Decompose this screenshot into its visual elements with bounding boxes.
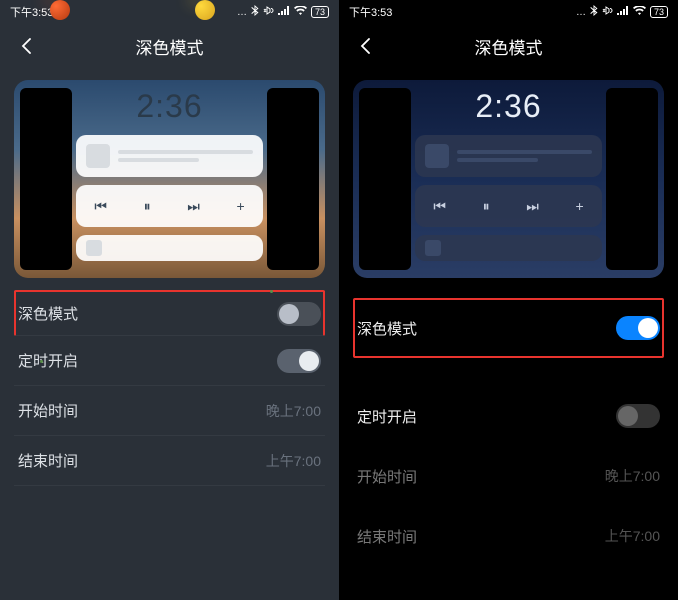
- toggle-knob: [279, 304, 299, 324]
- row-start-time[interactable]: 开始时间 晚上7:00: [14, 386, 325, 436]
- row-label: 深色模式: [18, 303, 78, 324]
- prev-icon: ⏮: [433, 198, 446, 215]
- small-app-icon: [425, 240, 441, 256]
- side-phone-frame: [267, 88, 319, 270]
- more-icon: …: [576, 7, 586, 18]
- wifi-icon: [633, 6, 646, 19]
- notification-widget: [415, 135, 602, 177]
- bluetooth-icon: [251, 5, 259, 19]
- row-label: 定时开启: [18, 350, 78, 371]
- row-dark-mode[interactable]: 深色模式: [14, 290, 325, 336]
- preview-card: 2:36 ⏮ ⏸ ⏭ +: [353, 80, 664, 278]
- battery-indicator: 73: [650, 6, 668, 18]
- page-title: 深色模式: [136, 34, 204, 59]
- row-label: 结束时间: [18, 450, 78, 471]
- back-button[interactable]: [14, 34, 38, 58]
- preview-clock: 2:36: [475, 88, 541, 125]
- settings-list: 深色模式 定时开启 开始时间 晚上7:00 结束时间 上午7:00: [0, 290, 339, 486]
- preview-content: 2:36 ⏮ ⏸ ⏭ +: [415, 80, 602, 278]
- line: [118, 150, 253, 154]
- wifi-icon: [294, 6, 307, 19]
- notif-app-icon: [86, 144, 110, 168]
- row-value: 晚上7:00: [605, 466, 660, 486]
- small-widget: [76, 235, 263, 261]
- next-icon: ⏭: [187, 198, 200, 215]
- mute-icon: [602, 5, 613, 19]
- spacer: [353, 358, 664, 386]
- small-widget: [415, 235, 602, 261]
- status-bar: 下午3:53 … 73: [339, 0, 678, 24]
- chevron-left-icon: [360, 38, 370, 54]
- toggle-knob: [299, 351, 319, 371]
- bluetooth-icon: [590, 5, 598, 19]
- row-value: 上午7:00: [266, 451, 321, 471]
- settings-list: 深色模式 定时开启 开始时间 晚上7:00 结束时间 上午7:00: [339, 298, 678, 566]
- header: 深色模式: [0, 24, 339, 68]
- screenshot-right: 下午3:53 … 73 深色模式 2:36: [339, 0, 678, 600]
- signal-icon: [278, 6, 290, 18]
- pause-icon: ⏸: [144, 198, 151, 215]
- notification-widget: [76, 135, 263, 177]
- row-start-time[interactable]: 开始时间 晚上7:00: [353, 446, 664, 506]
- row-label: 定时开启: [357, 406, 417, 427]
- mute-icon: [263, 5, 274, 19]
- page-title: 深色模式: [475, 34, 543, 59]
- screenshot-left: 下午3:53 … 73 深色模式 2:36: [0, 0, 339, 600]
- plus-icon: +: [575, 198, 583, 214]
- status-time: 下午3:53: [10, 4, 53, 20]
- side-phone-frame: [359, 88, 411, 270]
- line: [457, 158, 538, 162]
- preview-content: 2:36 ⏮ ⏸ ⏭ +: [76, 80, 263, 278]
- toggle-knob: [618, 406, 638, 426]
- next-icon: ⏭: [526, 198, 539, 215]
- row-schedule[interactable]: 定时开启: [14, 336, 325, 386]
- row-schedule[interactable]: 定时开启: [353, 386, 664, 446]
- schedule-toggle[interactable]: [277, 349, 321, 373]
- dark-mode-toggle[interactable]: [277, 302, 321, 326]
- chevron-left-icon: [21, 38, 31, 54]
- prev-icon: ⏮: [94, 198, 107, 215]
- status-time: 下午3:53: [349, 4, 392, 20]
- row-label: 开始时间: [18, 400, 78, 421]
- status-icons: … 73: [576, 5, 668, 19]
- back-button[interactable]: [353, 34, 377, 58]
- notif-text: [457, 150, 592, 162]
- status-bar: 下午3:53 … 73: [0, 0, 339, 24]
- notif-app-icon: [425, 144, 449, 168]
- pause-icon: ⏸: [483, 198, 490, 215]
- dark-mode-toggle[interactable]: [616, 316, 660, 340]
- more-icon: …: [237, 7, 247, 18]
- row-end-time[interactable]: 结束时间 上午7:00: [353, 506, 664, 566]
- battery-indicator: 73: [311, 6, 329, 18]
- player-widget: ⏮ ⏸ ⏭ +: [76, 185, 263, 227]
- row-dark-mode[interactable]: 深色模式: [353, 298, 664, 358]
- signal-icon: [617, 6, 629, 18]
- line: [457, 150, 592, 154]
- row-value: 晚上7:00: [266, 401, 321, 421]
- line: [118, 158, 199, 162]
- row-value: 上午7:00: [605, 526, 660, 546]
- small-app-icon: [86, 240, 102, 256]
- side-phone-frame: [606, 88, 658, 270]
- plus-icon: +: [236, 198, 244, 214]
- row-label: 深色模式: [357, 318, 417, 339]
- header: 深色模式: [339, 24, 678, 68]
- preview-clock: 2:36: [136, 88, 202, 125]
- schedule-toggle[interactable]: [616, 404, 660, 428]
- preview-card: 2:36 ⏮ ⏸ ⏭ +: [14, 80, 325, 278]
- row-label: 结束时间: [357, 526, 417, 547]
- status-icons: … 73: [237, 5, 329, 19]
- toggle-knob: [638, 318, 658, 338]
- player-widget: ⏮ ⏸ ⏭ +: [415, 185, 602, 227]
- side-phone-frame: [20, 88, 72, 270]
- notif-text: [118, 150, 253, 162]
- row-end-time[interactable]: 结束时间 上午7:00: [14, 436, 325, 486]
- row-label: 开始时间: [357, 466, 417, 487]
